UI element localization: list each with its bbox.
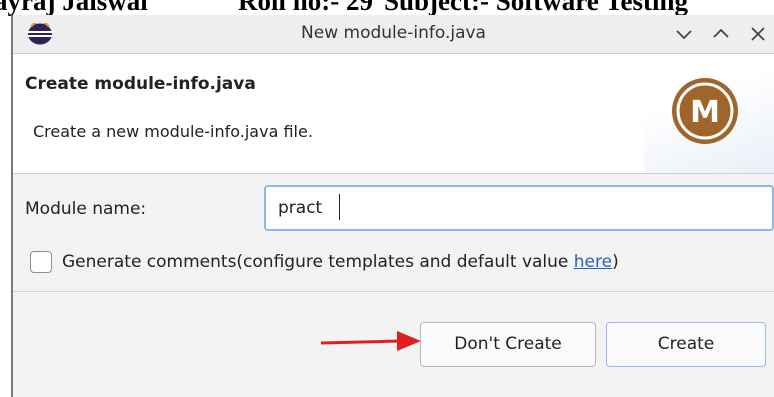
- red-arrow-icon: [320, 331, 421, 351]
- generate-comments-label: Generate comments(configure templates an…: [62, 252, 619, 272]
- generate-comments-checkbox[interactable]: [30, 251, 52, 273]
- chevron-up-icon[interactable]: [711, 24, 731, 44]
- new-module-info-dialog: New module-info.java Create module-info.…: [11, 15, 774, 397]
- window-title: New module-info.java: [301, 23, 486, 43]
- closing-paren: ): [612, 252, 619, 272]
- button-bar-separator: [13, 291, 774, 292]
- document-header-text: ayraj Jaiswal Roll no:- 29 Subject:- Sof…: [0, 0, 774, 16]
- document-roll-number: Roll no:- 29: [238, 0, 373, 16]
- wizard-title: Create module-info.java: [25, 74, 256, 94]
- module-name-input[interactable]: [264, 185, 774, 231]
- module-icon: M: [672, 78, 738, 144]
- generate-comments-text: Generate comments(configure templates an…: [62, 252, 574, 272]
- create-button[interactable]: Create: [606, 322, 766, 367]
- document-author: ayraj Jaiswal: [0, 0, 148, 16]
- title-bar[interactable]: New module-info.java: [13, 15, 774, 53]
- screenshot: ayraj Jaiswal Roll no:- 29 Subject:- Sof…: [0, 0, 774, 397]
- module-logo-letter: M: [690, 95, 720, 130]
- wizard-description: Create a new module-info.java file.: [33, 122, 313, 141]
- here-link[interactable]: here: [574, 252, 612, 272]
- close-icon[interactable]: [748, 24, 768, 44]
- module-name-label: Module name:: [25, 199, 147, 219]
- wizard-header: Create module-info.java Create a new mod…: [13, 53, 774, 174]
- dont-create-button[interactable]: Don't Create: [420, 322, 596, 367]
- text-caret: [339, 194, 340, 220]
- chevron-down-icon[interactable]: [674, 24, 694, 44]
- document-subject: Subject:- Software Testing: [384, 0, 689, 16]
